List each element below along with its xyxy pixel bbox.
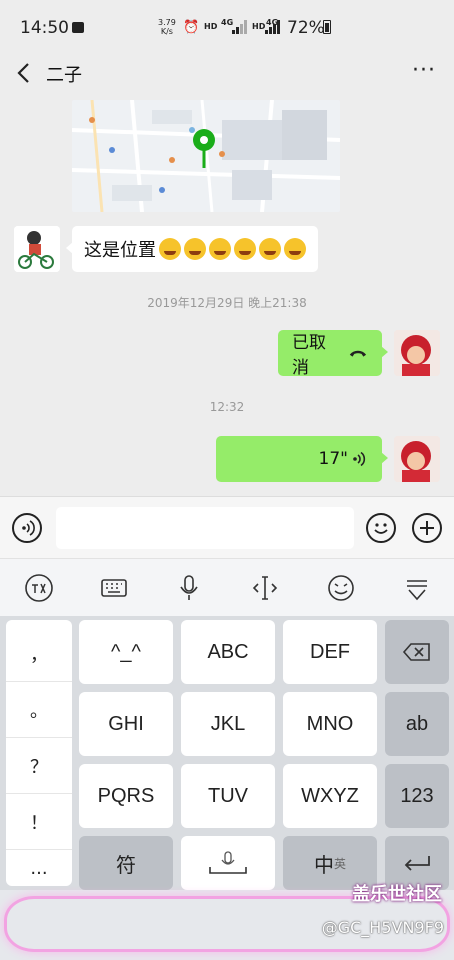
- key-pqrs[interactable]: PQRS: [79, 764, 173, 828]
- emoji-icon[interactable]: [366, 513, 396, 543]
- ime-toolbar: [0, 558, 454, 616]
- signal-icon: [232, 20, 247, 34]
- plus-icon[interactable]: [412, 513, 442, 543]
- message-list[interactable]: 这是位置 2019年12月29日 晚上21:38 已取消 12:32 17": [0, 92, 454, 496]
- symbol-key[interactable]: ...: [6, 850, 72, 886]
- mic-icon[interactable]: [174, 573, 204, 603]
- more-options-icon[interactable]: ···: [412, 58, 436, 83]
- ime-logo-icon[interactable]: [24, 573, 54, 603]
- text-message[interactable]: 这是位置: [66, 226, 318, 272]
- timestamp: 12:32: [209, 400, 245, 414]
- t9-keyboard: ， 。 ？ ！ ... ^_^ ABC DEF GHI JKL MNO ab P…: [0, 616, 454, 890]
- baby-avatar-image: [394, 330, 440, 376]
- space-mic-icon: [209, 851, 247, 874]
- laugh-emoji-icon: [184, 238, 206, 260]
- voice-input-icon[interactable]: [12, 513, 42, 543]
- key-ghi[interactable]: GHI: [79, 692, 173, 756]
- key-ab[interactable]: ab: [385, 692, 449, 756]
- symbol-key[interactable]: ？: [6, 738, 72, 794]
- laugh-emoji-icon: [159, 238, 181, 260]
- voice-message[interactable]: 17": [216, 436, 388, 482]
- laugh-emoji-icon: [209, 238, 231, 260]
- key-abc[interactable]: ABC: [181, 620, 275, 684]
- tears-of-joy-emoji-icon: [284, 238, 306, 260]
- keyboard-icon[interactable]: [99, 573, 129, 603]
- user-watermark: @GC_H5VN9F9: [321, 918, 444, 937]
- battery-icon: [323, 20, 331, 34]
- status-bar: 14:50 3.79 K/s ⏰ HD 4G HD 4G 72%: [0, 0, 454, 56]
- symbol-key[interactable]: ，: [6, 626, 72, 682]
- key-wxyz[interactable]: WXYZ: [283, 764, 377, 828]
- symbol-key[interactable]: ！: [6, 794, 72, 850]
- timestamp: 2019年12月29日 晚上21:38: [147, 296, 307, 310]
- message-text: 已取消: [292, 333, 326, 378]
- backspace-key[interactable]: [385, 620, 449, 684]
- map-preview: [72, 100, 340, 212]
- key-mno[interactable]: MNO: [283, 692, 377, 756]
- key-symbols[interactable]: 符: [79, 836, 173, 890]
- key-def[interactable]: DEF: [283, 620, 377, 684]
- key-tuv[interactable]: TUV: [181, 764, 275, 828]
- voice-wave-icon: [353, 451, 366, 467]
- enter-icon: [404, 856, 430, 871]
- status-time: 14:50: [20, 18, 69, 38]
- key-123[interactable]: 123: [385, 764, 449, 828]
- alarm-icon: ⏰: [183, 20, 200, 35]
- location-map-message[interactable]: [72, 100, 340, 212]
- space-key[interactable]: [181, 836, 275, 890]
- my-avatar[interactable]: [394, 436, 440, 482]
- backspace-icon: [402, 643, 430, 661]
- my-avatar[interactable]: [394, 330, 440, 376]
- baby-avatar-image: [394, 436, 440, 482]
- call-message[interactable]: 已取消: [278, 330, 388, 378]
- emoji-icon[interactable]: [326, 573, 356, 603]
- input-bar: [0, 496, 454, 558]
- shopping-bag-icon: [72, 22, 84, 33]
- network-speed: 3.79 K/s: [158, 18, 176, 36]
- message-text: 这是位置: [84, 240, 156, 261]
- hd-badge: HD: [204, 22, 218, 31]
- symbol-column[interactable]: ， 。 ？ ！ ...: [6, 620, 72, 886]
- cyclist-avatar-image: [14, 226, 60, 272]
- chat-title: 二子: [46, 65, 82, 86]
- tears-of-joy-emoji-icon: [259, 238, 281, 260]
- cursor-move-icon[interactable]: [250, 573, 280, 603]
- tears-of-joy-emoji-icon: [234, 238, 256, 260]
- chat-header: 二子 ···: [0, 56, 454, 92]
- collapse-keyboard-icon[interactable]: [402, 573, 432, 603]
- message-input[interactable]: [56, 507, 354, 549]
- phone-hangup-icon: [349, 350, 367, 357]
- key-jkl[interactable]: JKL: [181, 692, 275, 756]
- voice-duration: 17": [318, 449, 348, 469]
- signal-icon: [265, 20, 280, 34]
- key-emoticon[interactable]: ^_^: [79, 620, 173, 684]
- brand-watermark: 盖乐世社区: [352, 884, 442, 905]
- symbol-key[interactable]: 。: [6, 682, 72, 738]
- gesture-area: 盖乐世社区 @GC_H5VN9F9: [0, 884, 454, 960]
- back-arrow-icon[interactable]: [14, 60, 36, 86]
- contact-avatar[interactable]: [14, 226, 60, 272]
- hd-badge: HD: [252, 22, 266, 31]
- battery-percent: 72%: [287, 18, 325, 38]
